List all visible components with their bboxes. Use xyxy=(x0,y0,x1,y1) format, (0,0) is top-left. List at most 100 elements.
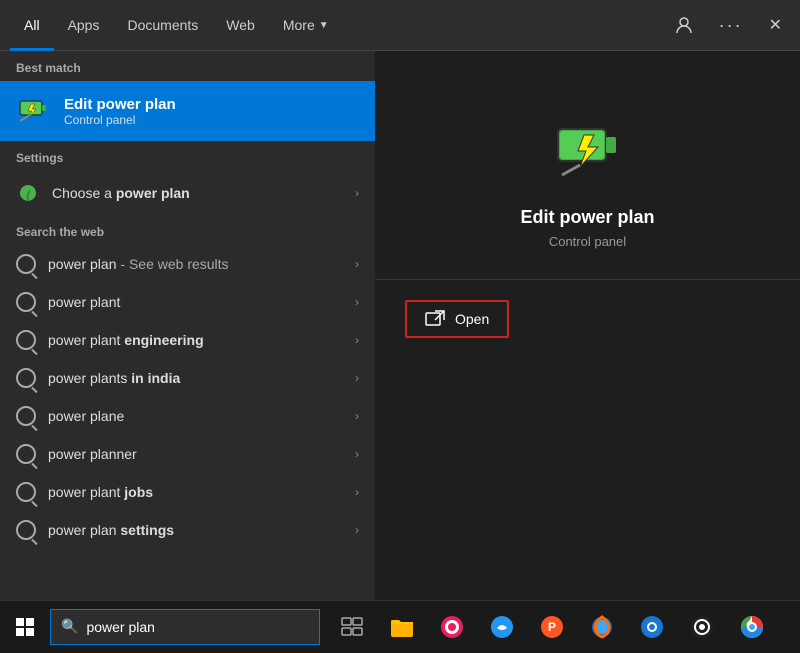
search-icon-5 xyxy=(16,406,36,426)
best-match-subtitle: Control panel xyxy=(64,113,176,127)
best-match-item[interactable]: Edit power plan Control panel xyxy=(0,81,375,141)
icon-3[interactable] xyxy=(430,601,474,653)
colorful-icon xyxy=(439,614,465,640)
web-item-3-text: power plant engineering xyxy=(48,332,204,348)
search-icon-1 xyxy=(16,254,36,274)
web-item-8-text: power plan settings xyxy=(48,522,174,538)
search-icon-6 xyxy=(16,444,36,464)
web-item-4-text: power plants in india xyxy=(48,370,180,386)
detail-divider xyxy=(375,279,800,280)
open-label: Open xyxy=(455,311,489,327)
taskbar-search-icon: 🔍 xyxy=(61,618,78,635)
web-item-5-text: power plane xyxy=(48,408,124,424)
left-panel: Best match Edit power plan Cont xyxy=(0,51,375,600)
web-item-3[interactable]: power plant engineering › xyxy=(0,321,375,359)
icon-6[interactable] xyxy=(630,601,674,653)
detail-power-icon xyxy=(548,111,628,191)
close-icon: ✕ xyxy=(769,15,782,35)
task-view-button[interactable] xyxy=(330,601,374,653)
settings-item-power-plan[interactable]: Choose a power plan › xyxy=(0,171,375,215)
firefox-button[interactable] xyxy=(580,601,624,653)
taskbar: 🔍 xyxy=(0,600,800,652)
web-item-6-arrow: › xyxy=(355,447,359,461)
open-window-icon xyxy=(425,310,445,328)
web-item-7-text: power plant jobs xyxy=(48,484,153,500)
web-item-6-text: power planner xyxy=(48,446,137,462)
file-explorer-button[interactable] xyxy=(380,601,424,653)
taskbar-icons: P xyxy=(330,601,774,653)
settings-item-label: Choose a power plan xyxy=(52,185,190,201)
web-item-5-arrow: › xyxy=(355,409,359,423)
right-panel: Edit power plan Control panel Open xyxy=(375,51,800,600)
best-match-label: Best match xyxy=(0,51,375,81)
tab-all[interactable]: All xyxy=(10,0,54,51)
open-icon-svg xyxy=(425,310,445,328)
icon-5[interactable]: P xyxy=(530,601,574,653)
web-item-8[interactable]: power plan settings › xyxy=(0,511,375,549)
start-button[interactable] xyxy=(0,601,50,653)
search-icon-3 xyxy=(16,330,36,350)
search-web-label: Search the web xyxy=(0,215,375,245)
search-icon-8 xyxy=(16,520,36,540)
tab-apps[interactable]: Apps xyxy=(54,0,114,51)
blue-circle-icon xyxy=(639,614,665,640)
web-item-1[interactable]: power plan - See web results › xyxy=(0,245,375,283)
web-item-5[interactable]: power plane › xyxy=(0,397,375,435)
search-icon-4 xyxy=(16,368,36,388)
web-item-6[interactable]: power planner › xyxy=(0,435,375,473)
web-item-3-arrow: › xyxy=(355,333,359,347)
web-item-7[interactable]: power plant jobs › xyxy=(0,473,375,511)
person-icon-button[interactable] xyxy=(667,12,701,38)
chrome-button[interactable] xyxy=(730,601,774,653)
windows-logo xyxy=(16,618,34,636)
win-logo-bl xyxy=(16,628,24,636)
search-icon-7 xyxy=(16,482,36,502)
web-item-4[interactable]: power plants in india › xyxy=(0,359,375,397)
close-button[interactable]: ✕ xyxy=(761,11,790,39)
ellipsis-icon: ··· xyxy=(719,15,743,36)
leaf-icon xyxy=(18,183,38,203)
main-area: Best match Edit power plan Cont xyxy=(0,51,800,600)
firefox-icon xyxy=(589,614,615,640)
search-icon-2 xyxy=(16,292,36,312)
web-item-1-text: power plan - See web results xyxy=(48,256,229,272)
chevron-down-icon: ▼ xyxy=(319,20,329,31)
best-match-text: Edit power plan Control panel xyxy=(64,96,176,127)
settings-item-arrow: › xyxy=(355,186,359,200)
taskbar-search-input[interactable] xyxy=(86,619,309,635)
win-logo-br xyxy=(26,628,34,636)
win-logo-tr xyxy=(26,618,34,626)
web-item-8-arrow: › xyxy=(355,523,359,537)
settings-power-icon xyxy=(16,181,40,205)
tab-more[interactable]: More ▼ xyxy=(269,0,343,51)
open-button[interactable]: Open xyxy=(405,300,509,338)
web-item-2-text: power plant xyxy=(48,294,120,310)
web-item-4-arrow: › xyxy=(355,371,359,385)
detail-title: Edit power plan xyxy=(520,207,654,228)
right-panel-content: Edit power plan Control panel xyxy=(375,111,800,279)
ellipsis-button[interactable]: ··· xyxy=(711,11,751,40)
icon-4[interactable] xyxy=(480,601,524,653)
file-explorer-icon xyxy=(389,614,415,640)
web-item-7-arrow: › xyxy=(355,485,359,499)
web-item-2[interactable]: power plant › xyxy=(0,283,375,321)
icon-7[interactable] xyxy=(680,601,724,653)
settings-label: Settings xyxy=(0,141,375,171)
detail-subtitle: Control panel xyxy=(549,234,626,249)
orange-icon: P xyxy=(539,614,565,640)
top-nav: All Apps Documents Web More ▼ ··· ✕ xyxy=(0,0,800,51)
chrome-icon xyxy=(739,614,765,640)
battery-icon xyxy=(16,93,52,129)
power-plan-icon xyxy=(16,93,52,129)
tab-documents[interactable]: Documents xyxy=(113,0,212,51)
bird-icon xyxy=(489,614,515,640)
web-item-2-arrow: › xyxy=(355,295,359,309)
dark-circle-icon xyxy=(689,614,715,640)
best-match-title: Edit power plan xyxy=(64,96,176,113)
tab-web[interactable]: Web xyxy=(212,0,269,51)
web-item-1-arrow: › xyxy=(355,257,359,271)
person-icon xyxy=(675,16,693,34)
detail-battery-icon xyxy=(552,115,624,187)
win-logo-tl xyxy=(16,618,24,626)
taskbar-search-bar[interactable]: 🔍 xyxy=(50,609,320,645)
